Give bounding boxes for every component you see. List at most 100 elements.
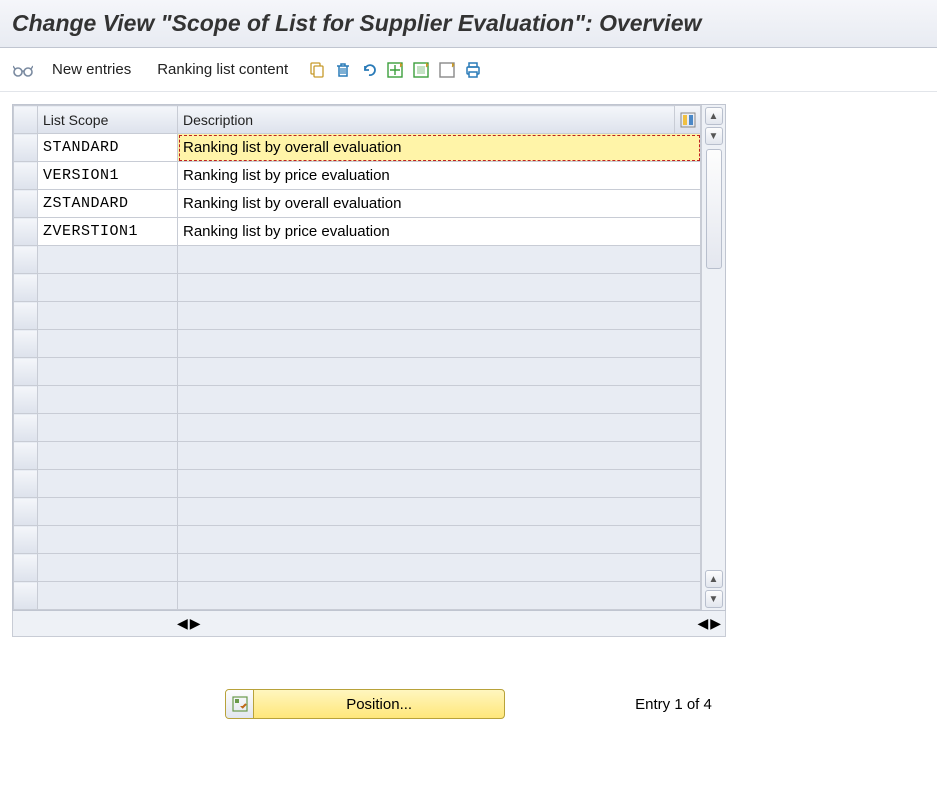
- deselect-all-icon[interactable]: [436, 59, 458, 81]
- table-wrapper: List Scope Description STANDARDRankin: [12, 104, 726, 611]
- row-selector[interactable]: [14, 162, 38, 190]
- cell-description[interactable]: [178, 582, 701, 610]
- glasses-icon[interactable]: [12, 59, 34, 81]
- cell-description[interactable]: [178, 526, 701, 554]
- table-row: VERSION1Ranking list by price evaluation: [14, 162, 701, 190]
- row-selector[interactable]: [14, 274, 38, 302]
- table-row-empty: [14, 330, 701, 358]
- cell-list-scope[interactable]: [38, 414, 178, 442]
- scroll-up-icon[interactable]: ▲: [705, 107, 723, 125]
- cell-list-scope[interactable]: [38, 526, 178, 554]
- position-button[interactable]: Position...: [225, 689, 505, 719]
- list-scope-table: List Scope Description STANDARDRankin: [13, 105, 701, 610]
- cell-description[interactable]: [178, 498, 701, 526]
- cell-description[interactable]: Ranking list by overall evaluation: [178, 190, 701, 218]
- table-row-empty: [14, 470, 701, 498]
- cell-description[interactable]: [178, 554, 701, 582]
- row-selector[interactable]: [14, 134, 38, 162]
- row-selector[interactable]: [14, 358, 38, 386]
- cell-list-scope[interactable]: [38, 442, 178, 470]
- scroll-right-end-icon[interactable]: ▶: [710, 615, 721, 632]
- cell-list-scope[interactable]: [38, 498, 178, 526]
- table-row: ZSTANDARDRanking list by overall evaluat…: [14, 190, 701, 218]
- row-selector[interactable]: [14, 470, 38, 498]
- scroll-down-bottom-icon[interactable]: ▼: [705, 590, 723, 608]
- cell-description[interactable]: [178, 330, 701, 358]
- page-title: Change View "Scope of List for Supplier …: [12, 10, 925, 37]
- cell-description[interactable]: [178, 246, 701, 274]
- table-row-empty: [14, 274, 701, 302]
- delete-icon[interactable]: [332, 59, 354, 81]
- content-area: List Scope Description STANDARDRankin: [0, 92, 937, 649]
- table-row-empty: [14, 582, 701, 610]
- scroll-right-icon[interactable]: ▶: [190, 615, 201, 632]
- row-selector[interactable]: [14, 414, 38, 442]
- row-selector[interactable]: [14, 526, 38, 554]
- horizontal-scrollbar[interactable]: ◀ ▶ ◀ ▶: [12, 611, 726, 637]
- page-header: Change View "Scope of List for Supplier …: [0, 0, 937, 48]
- cell-list-scope[interactable]: [38, 246, 178, 274]
- cell-description[interactable]: [178, 358, 701, 386]
- table-row-empty: [14, 526, 701, 554]
- toolbar: New entries Ranking list content: [0, 48, 937, 92]
- cell-description[interactable]: [178, 302, 701, 330]
- cell-list-scope[interactable]: [38, 302, 178, 330]
- table-config-icon[interactable]: [674, 106, 700, 133]
- row-selector[interactable]: [14, 386, 38, 414]
- cell-list-scope[interactable]: ZSTANDARD: [38, 190, 178, 218]
- table-row-empty: [14, 358, 701, 386]
- cell-list-scope[interactable]: [38, 330, 178, 358]
- table-row-empty: [14, 414, 701, 442]
- column-header-description[interactable]: Description: [178, 106, 701, 134]
- new-entries-button[interactable]: New entries: [44, 58, 139, 81]
- cell-description[interactable]: Ranking list by price evaluation: [178, 218, 701, 246]
- row-selector[interactable]: [14, 246, 38, 274]
- undo-icon[interactable]: [358, 59, 380, 81]
- cell-description[interactable]: [178, 414, 701, 442]
- cell-description[interactable]: [178, 470, 701, 498]
- ranking-list-content-button[interactable]: Ranking list content: [149, 58, 296, 81]
- cell-list-scope[interactable]: [38, 386, 178, 414]
- row-selector[interactable]: [14, 554, 38, 582]
- table-row-empty: [14, 386, 701, 414]
- footer: Position... Entry 1 of 4: [0, 689, 937, 739]
- scroll-left-end-icon[interactable]: ◀: [697, 615, 708, 632]
- cell-description[interactable]: [178, 274, 701, 302]
- table-row: ZVERSTION1Ranking list by price evaluati…: [14, 218, 701, 246]
- cell-list-scope[interactable]: [38, 358, 178, 386]
- row-selector[interactable]: [14, 442, 38, 470]
- row-selector[interactable]: [14, 302, 38, 330]
- scrollbar-thumb[interactable]: [706, 149, 722, 269]
- column-header-description-label: Description: [183, 112, 253, 128]
- cell-description[interactable]: [178, 386, 701, 414]
- row-selector[interactable]: [14, 582, 38, 610]
- cell-list-scope[interactable]: [38, 582, 178, 610]
- cell-list-scope[interactable]: [38, 274, 178, 302]
- table-row: STANDARDRanking list by overall evaluati…: [14, 134, 701, 162]
- select-block-icon[interactable]: [410, 59, 432, 81]
- select-all-header[interactable]: [14, 106, 38, 134]
- row-selector[interactable]: [14, 218, 38, 246]
- scroll-down-icon[interactable]: ▼: [705, 127, 723, 145]
- table-row-empty: [14, 246, 701, 274]
- select-all-icon[interactable]: [384, 59, 406, 81]
- cell-description[interactable]: Ranking list by price evaluation: [178, 162, 701, 190]
- row-selector[interactable]: [14, 498, 38, 526]
- row-selector[interactable]: [14, 330, 38, 358]
- cell-list-scope[interactable]: ZVERSTION1: [38, 218, 178, 246]
- scroll-left-icon[interactable]: ◀: [177, 615, 188, 632]
- toolbar-icon-group: [306, 59, 484, 81]
- row-selector[interactable]: [14, 190, 38, 218]
- print-icon[interactable]: [462, 59, 484, 81]
- cell-list-scope[interactable]: [38, 554, 178, 582]
- cell-list-scope[interactable]: VERSION1: [38, 162, 178, 190]
- entry-status: Entry 1 of 4: [635, 696, 712, 713]
- cell-list-scope[interactable]: [38, 470, 178, 498]
- vertical-scrollbar[interactable]: ▲ ▼ ▲ ▼: [701, 105, 725, 610]
- copy-icon[interactable]: [306, 59, 328, 81]
- column-header-scope[interactable]: List Scope: [38, 106, 178, 134]
- scroll-up-bottom-icon[interactable]: ▲: [705, 570, 723, 588]
- cell-description[interactable]: Ranking list by overall evaluation: [178, 134, 701, 162]
- cell-description[interactable]: [178, 442, 701, 470]
- cell-list-scope[interactable]: STANDARD: [38, 134, 178, 162]
